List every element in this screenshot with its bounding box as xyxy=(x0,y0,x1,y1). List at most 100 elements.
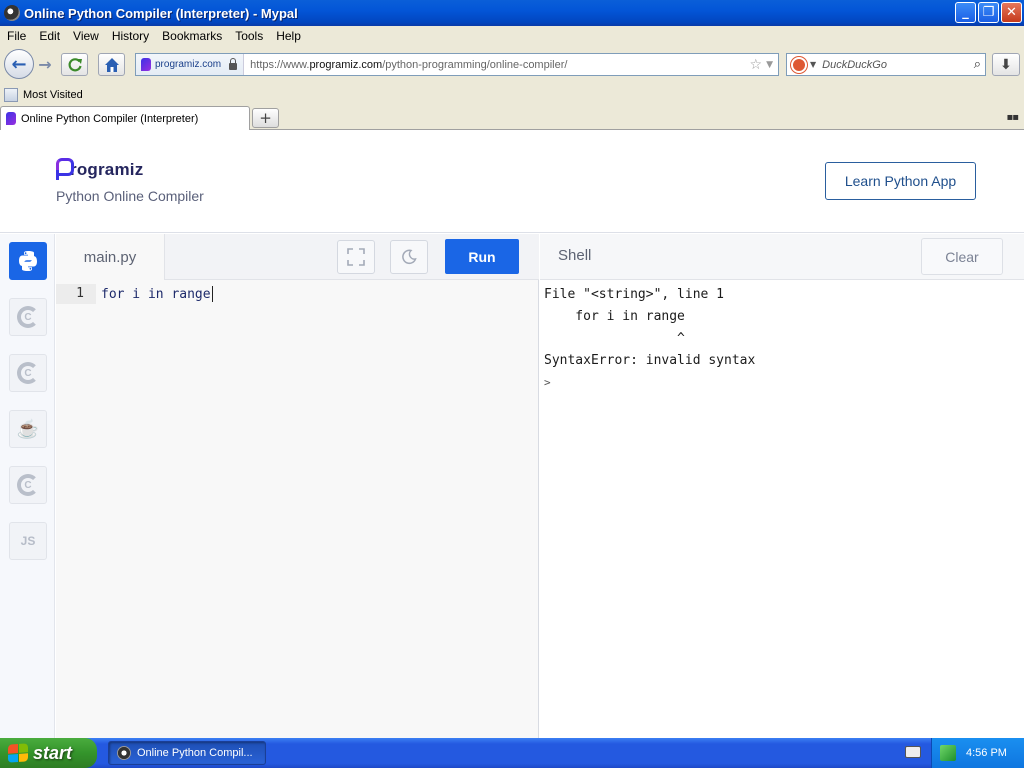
windows-taskbar: start Online Python Compil... 4:56 PM xyxy=(0,738,1024,768)
downloads-button[interactable]: ⬇ xyxy=(992,53,1020,76)
url-bar[interactable]: programiz.com https://www.programiz.com/… xyxy=(135,53,779,76)
forward-button[interactable]: → xyxy=(35,54,55,74)
page-subtitle: Python Online Compiler xyxy=(56,188,204,204)
menu-history[interactable]: History xyxy=(105,29,155,43)
java-icon: ☕ xyxy=(16,418,40,439)
language-javascript[interactable]: JS xyxy=(9,522,47,560)
language-csharp[interactable]: C xyxy=(9,466,47,504)
programiz-logo-mark-icon xyxy=(56,158,74,180)
list-all-tabs-icon[interactable]: ▪▪ xyxy=(1006,112,1019,123)
programiz-logo[interactable]: rogramiz xyxy=(56,158,143,180)
start-label: start xyxy=(33,742,73,763)
url-prefix: https://www. xyxy=(250,58,310,71)
menu-bookmarks[interactable]: Bookmarks xyxy=(155,29,228,43)
taskbar-item-label: Online Python Compil... xyxy=(137,747,253,759)
run-button[interactable]: Run xyxy=(445,239,519,274)
language-cpp[interactable]: C xyxy=(9,354,47,392)
url-history-dropdown-icon[interactable]: ▼ xyxy=(766,60,773,70)
dark-mode-toggle[interactable] xyxy=(390,240,428,274)
c-icon: C xyxy=(17,306,39,328)
shell-title: Shell xyxy=(558,247,592,264)
programiz-favicon xyxy=(141,58,151,71)
language-c[interactable]: C xyxy=(9,298,47,336)
site-identity-button[interactable]: programiz.com xyxy=(136,54,245,75)
menu-help[interactable]: Help xyxy=(269,29,307,43)
mypal-app-icon[interactable] xyxy=(4,5,20,21)
programiz-favicon xyxy=(6,112,16,125)
url-path: /python-programming/online-compiler/ xyxy=(382,58,568,71)
duckduckgo-icon[interactable] xyxy=(791,56,807,73)
url-text[interactable]: https://www.programiz.com/python-program… xyxy=(244,59,749,71)
back-button[interactable]: ← xyxy=(4,49,34,79)
fullscreen-icon xyxy=(347,248,365,266)
back-arrow-icon: ← xyxy=(11,53,27,75)
output-line: ^ xyxy=(544,331,685,346)
clock[interactable]: 4:56 PM xyxy=(966,747,1007,759)
window-title: Online Python Compiler (Interpreter) - M… xyxy=(24,5,298,21)
menu-bar: File Edit View History Bookmarks Tools H… xyxy=(0,26,1024,46)
start-button[interactable]: start xyxy=(0,738,97,768)
output-line: File "<string>", line 1 xyxy=(544,287,725,302)
line-number: 1 xyxy=(56,284,96,304)
menu-view[interactable]: View xyxy=(66,29,105,43)
web-page: rogramiz Python Online Compiler Learn Py… xyxy=(0,130,1024,738)
text-cursor xyxy=(211,286,213,302)
shell-output[interactable]: File "<string>", line 1 for i in range ^… xyxy=(544,284,755,394)
close-button[interactable]: ✕ xyxy=(1001,2,1022,23)
file-tab-main-py[interactable]: main.py xyxy=(56,234,165,280)
editor-toolbar: main.py Run xyxy=(56,234,539,280)
fullscreen-button[interactable] xyxy=(337,240,375,274)
output-line: SyntaxError: invalid syntax xyxy=(544,353,756,368)
shell-prompt[interactable]: > xyxy=(544,372,755,394)
bookmark-star-icon[interactable]: ☆ xyxy=(750,57,763,73)
moon-icon xyxy=(402,249,417,265)
maximize-button[interactable]: ❐ xyxy=(978,2,999,23)
clear-button[interactable]: Clear xyxy=(921,238,1003,275)
lock-icon xyxy=(229,57,238,70)
search-input[interactable]: DuckDuckGo xyxy=(822,59,974,71)
shell-header: Shell Clear xyxy=(540,234,1024,280)
output-line: for i in range xyxy=(544,309,685,324)
network-icon[interactable] xyxy=(940,745,956,761)
window-titlebar: Online Python Compiler (Interpreter) - M… xyxy=(0,0,1024,26)
tab-strip: Online Python Compiler (Interpreter) + ▪… xyxy=(0,105,1024,130)
tab-label: Online Python Compiler (Interpreter) xyxy=(21,112,199,125)
system-tray: 4:56 PM xyxy=(931,738,1024,768)
download-arrow-icon: ⬇ xyxy=(1000,56,1012,73)
window-controls: _ ❐ ✕ xyxy=(955,2,1022,23)
language-java[interactable]: ☕ xyxy=(9,410,47,448)
code-editor-panel: main.py Run 1 for i in range xyxy=(56,234,539,738)
menu-edit[interactable]: Edit xyxy=(32,29,66,43)
taskbar-item-mypal[interactable]: Online Python Compil... xyxy=(108,741,266,765)
home-button[interactable] xyxy=(98,53,125,76)
mypal-app-icon xyxy=(117,746,131,760)
forward-arrow-icon: → xyxy=(38,54,52,74)
url-domain: programiz.com xyxy=(309,58,383,71)
search-engine-dropdown-icon[interactable]: ▼ xyxy=(810,60,816,69)
identity-label: programiz.com xyxy=(155,59,222,70)
menu-file[interactable]: File xyxy=(0,29,32,43)
bookmarks-toolbar: Most Visited xyxy=(0,84,1024,105)
csharp-icon: C xyxy=(17,474,39,496)
search-icon[interactable]: ⌕ xyxy=(974,57,981,72)
cpp-icon: C xyxy=(17,362,39,384)
site-header: rogramiz Python Online Compiler Learn Py… xyxy=(0,130,1024,233)
code-text[interactable]: for i in range xyxy=(96,287,211,302)
python-icon xyxy=(19,251,37,271)
navigation-toolbar: ← → programiz.com https://www.programiz.… xyxy=(0,46,1024,84)
home-icon xyxy=(104,57,119,72)
most-visited-bookmark[interactable]: Most Visited xyxy=(23,89,83,101)
reload-button[interactable] xyxy=(61,53,88,76)
code-line[interactable]: 1 for i in range xyxy=(56,284,539,304)
learn-python-app-button[interactable]: Learn Python App xyxy=(825,162,976,200)
keyboard-icon[interactable] xyxy=(905,746,921,758)
language-python[interactable] xyxy=(9,242,47,280)
tab-online-python-compiler[interactable]: Online Python Compiler (Interpreter) xyxy=(0,106,250,130)
search-bar[interactable]: ▼ DuckDuckGo ⌕ xyxy=(786,53,986,76)
brand-text: rogramiz xyxy=(70,160,144,179)
menu-tools[interactable]: Tools xyxy=(228,29,269,43)
minimize-button[interactable]: _ xyxy=(955,2,976,23)
reload-icon xyxy=(68,57,82,71)
windows-flag-icon xyxy=(8,743,28,763)
new-tab-button[interactable]: + xyxy=(252,108,279,128)
